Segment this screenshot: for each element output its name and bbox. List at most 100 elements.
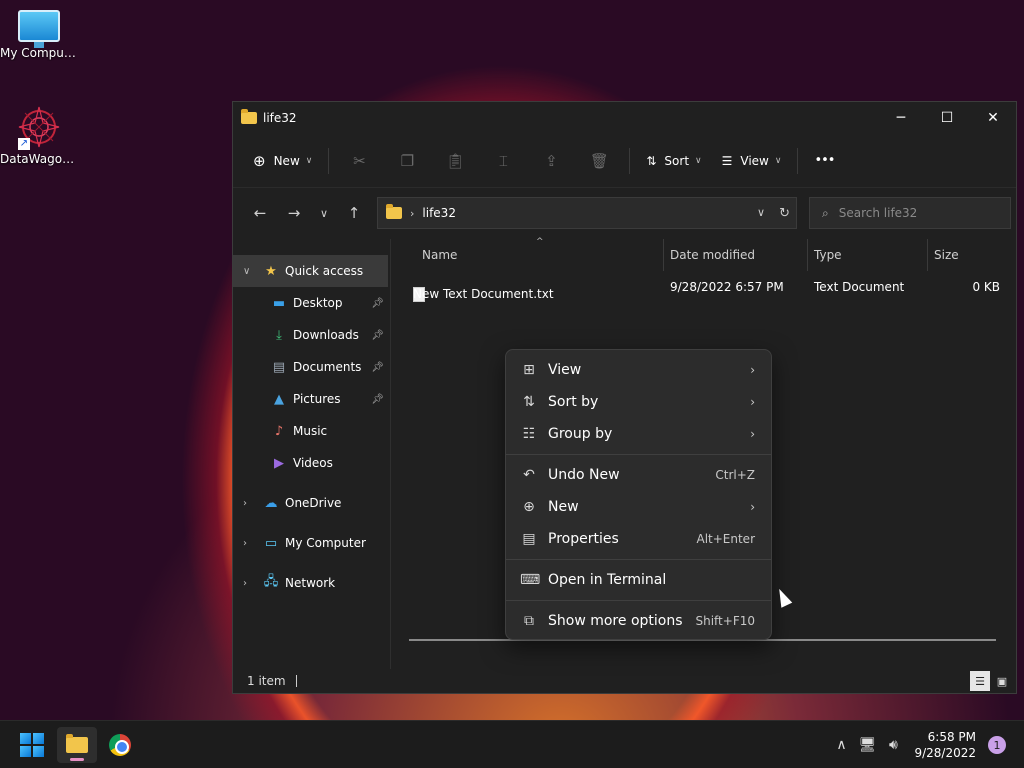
sidebar-item-my-computer[interactable]: › ▭ My Computer [233, 527, 390, 559]
copy-icon[interactable]: ❐ [383, 144, 431, 178]
search-input[interactable]: ⌕ Search life32 [809, 197, 1011, 229]
notification-badge[interactable]: 1 [988, 736, 1006, 754]
sort-button[interactable]: ⇅ Sort ∨ [636, 144, 711, 178]
sidebar-item-desktop[interactable]: ▬ Desktop 📌︎ [233, 287, 390, 319]
menu-item-properties[interactable]: ▤ Properties Alt+Enter [506, 523, 771, 555]
file-size: 0 KB [972, 280, 1000, 294]
chevron-up-icon[interactable]: ∧ [828, 737, 854, 753]
start-button[interactable] [12, 727, 52, 763]
sidebar-item-videos[interactable]: ▶ Videos [233, 447, 390, 479]
sidebar-item-label: Pictures [293, 392, 341, 406]
pin-icon: 📌︎ [371, 393, 384, 405]
shortcut-text: Shift+F10 [695, 614, 755, 628]
datawagon-logo-icon: ↗ [16, 104, 62, 150]
sidebar-item-documents[interactable]: ▤ Documents 📌︎ [233, 351, 390, 383]
folder-icon [386, 204, 402, 219]
refresh-icon[interactable]: ↻ [779, 206, 790, 221]
download-icon: ⤓ [276, 327, 282, 343]
terminal-icon: ⌨ [520, 572, 541, 588]
column-header-name[interactable]: Name [422, 239, 457, 271]
sidebar-item-label: Network [285, 576, 336, 590]
monitor-icon [18, 10, 60, 48]
desktop-icon-datawagon[interactable]: ↗ DataWagon... [0, 104, 78, 167]
new-button[interactable]: ⊕ New ∨ [243, 144, 322, 178]
table-row[interactable]: New Text Document.txt 9/28/2022 6:57 PM … [391, 271, 1016, 303]
sidebar-item-label: Videos [293, 456, 333, 470]
pin-icon: 📌︎ [371, 361, 384, 373]
minimize-button[interactable]: ─ [878, 102, 924, 134]
back-arrow-icon[interactable]: ← [243, 198, 277, 228]
menu-item-label: Open in Terminal [548, 572, 667, 588]
divider [328, 147, 330, 174]
sidebar-item-quick-access[interactable]: ∨ ★ Quick access [233, 255, 388, 287]
group-icon: ☷ [522, 426, 536, 442]
taskbar-file-explorer[interactable] [57, 727, 97, 763]
volume-icon[interactable]: 🔊︎ [880, 737, 906, 753]
title-bar[interactable]: life32 ─ ☐ ✕ [233, 102, 1016, 134]
column-header-type[interactable]: Type [807, 239, 842, 271]
delete-icon[interactable]: 🗑︎ [575, 144, 623, 178]
chevron-down-icon[interactable]: ∨ [757, 206, 765, 221]
videos-icon: ▶ [274, 455, 284, 471]
more-options-button[interactable]: ••• [804, 144, 844, 178]
menu-item-undo-new[interactable]: ↶ Undo New Ctrl+Z [506, 459, 771, 491]
column-header-size[interactable]: Size [927, 239, 959, 271]
shortcut-text: Alt+Enter [696, 532, 755, 546]
file-date: 9/28/2022 6:57 PM [670, 280, 784, 294]
details-view-icon[interactable]: ☰ [970, 671, 990, 691]
menu-item-new[interactable]: ⊕ New › [506, 491, 771, 523]
search-icon: ⌕ [822, 205, 829, 220]
network-status-icon[interactable]: 🖥︎ [854, 737, 880, 753]
clock[interactable]: 6:58 PM 9/28/2022 [914, 729, 976, 761]
menu-item-sort-by[interactable]: ⇅ Sort by › [506, 386, 771, 418]
sort-ascending-icon: ^ [536, 237, 544, 247]
cut-icon[interactable]: ✂ [335, 144, 383, 178]
grid-icon: ⊞ [523, 362, 535, 378]
desktop-icon-my-computer[interactable]: My Computer [0, 10, 78, 61]
menu-item-show-more-options[interactable]: ⧉ Show more options Shift+F10 [506, 605, 771, 637]
taskbar-chrome[interactable] [100, 727, 140, 763]
chevron-right-icon[interactable]: › [243, 578, 247, 589]
up-arrow-icon[interactable]: ↑ [337, 198, 371, 228]
shortcut-arrow-icon: ↗ [18, 138, 30, 150]
sort-label: Sort [664, 153, 690, 168]
sidebar-item-label: Music [293, 424, 328, 438]
documents-icon: ▤ [272, 359, 286, 375]
sidebar-item-label: Quick access [285, 264, 364, 278]
chevron-right-icon[interactable]: › [243, 498, 247, 509]
sidebar-item-onedrive[interactable]: › ☁ OneDrive [233, 487, 390, 519]
sidebar-item-music[interactable]: ♪ Music [233, 415, 390, 447]
navigation-row: ← → ∨ ↑ › life32 ∨ ↻ ⌕ Search life32 [233, 188, 1016, 238]
command-bar: ⊕ New ∨ ✂ ❐ 📋︎ ⌶ ⇪ 🗑︎ ⇅ Sort ∨ ☰ View ∨ … [233, 134, 1016, 188]
menu-item-label: Group by [548, 426, 613, 442]
menu-item-label: New [548, 499, 579, 515]
forward-arrow-icon[interactable]: → [277, 198, 311, 228]
sidebar-item-network[interactable]: › 🖧︎ Network [233, 567, 390, 599]
tiles-view-icon[interactable]: ▣ [992, 671, 1012, 691]
menu-item-group-by[interactable]: ☷ Group by › [506, 418, 771, 450]
close-button[interactable]: ✕ [970, 102, 1016, 134]
rename-icon[interactable]: ⌶ [479, 144, 527, 178]
menu-item-view[interactable]: ⊞ View › [506, 354, 771, 386]
sidebar-item-pictures[interactable]: ▲ Pictures 📌︎ [233, 383, 390, 415]
new-label: New [273, 153, 300, 168]
share-icon[interactable]: ⇪ [527, 144, 575, 178]
maximize-button[interactable]: ☐ [924, 102, 970, 134]
sidebar-item-downloads[interactable]: ⤓ Downloads 📌︎ [233, 319, 390, 351]
menu-item-open-in-terminal[interactable]: ⌨ Open in Terminal [506, 564, 771, 596]
paste-icon[interactable]: 📋︎ [431, 144, 479, 178]
recent-locations-icon[interactable]: ∨ [311, 198, 337, 228]
desktop-icon-label: DataWagon... [0, 152, 78, 166]
column-header-date[interactable]: Date modified [663, 239, 755, 271]
chevron-down-icon[interactable]: ∨ [243, 266, 250, 277]
menu-item-label: Undo New [548, 467, 620, 483]
folder-icon [66, 734, 88, 753]
menu-divider [506, 454, 771, 455]
chevron-right-icon: › [750, 500, 755, 514]
chevron-right-icon[interactable]: › [243, 538, 247, 549]
breadcrumb-separator: › [410, 206, 415, 220]
system-tray: ∧ 🖥︎ 🔊︎ 6:58 PM 9/28/2022 1 [828, 721, 1024, 768]
breadcrumb-folder[interactable]: life32 [422, 206, 456, 220]
view-button[interactable]: ☰ View ∨ [712, 144, 792, 178]
address-bar[interactable]: › life32 ∨ ↻ [377, 197, 797, 229]
